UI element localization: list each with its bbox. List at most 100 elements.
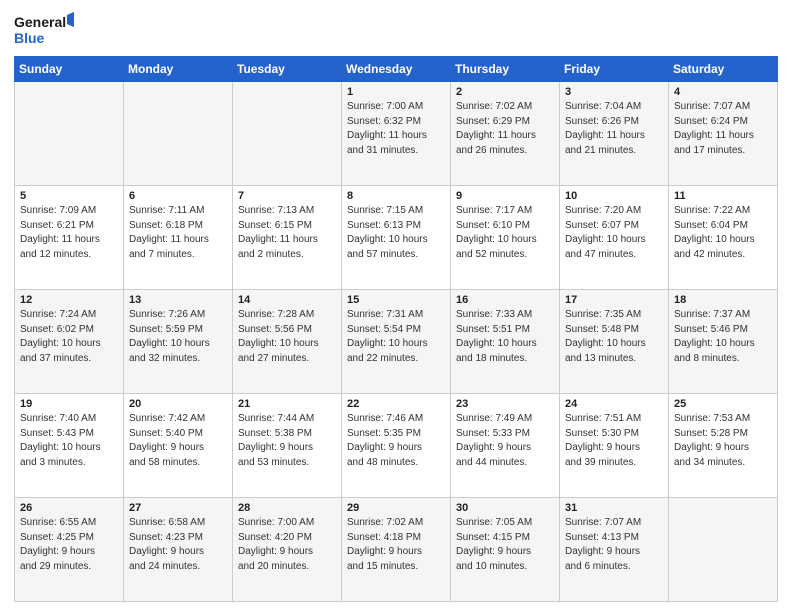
- day-info-4: Sunrise: 7:07 AM Sunset: 6:24 PM Dayligh…: [674, 100, 772, 158]
- day-cell-19: 19 Sunrise: 7:40 AM Sunset: 5:43 PM Dayli…: [15, 394, 124, 498]
- day-info-21: Sunrise: 7:44 AM Sunset: 5:38 PM Dayligh…: [238, 412, 336, 470]
- day-info-9: Sunrise: 7:17 AM Sunset: 6:10 PM Dayligh…: [456, 204, 554, 262]
- day-number-17: 17: [565, 294, 663, 306]
- empty-cell: [15, 82, 124, 186]
- day-cell-26: 26Sunrise: 6:55 AM Sunset: 4:25 PM Dayli…: [15, 498, 124, 602]
- day-number-16: 16: [456, 294, 554, 306]
- day-number-2: 2: [456, 86, 554, 98]
- weekday-header-saturday: Saturday: [669, 57, 778, 82]
- day-cell-31: 31 Sunrise: 7:07 AM Sunset: 4:13 PM Dayli…: [560, 498, 669, 602]
- day-cell-12: 12 Sunrise: 7:24 AM Sunset: 6:02 PM Dayli…: [15, 290, 124, 394]
- svg-text:Blue: Blue: [14, 30, 45, 46]
- day-info-8: Sunrise: 7:15 AM Sunset: 6:13 PM Dayligh…: [347, 204, 445, 262]
- day-info-3: Sunrise: 7:04 AM Sunset: 6:26 PM Dayligh…: [565, 100, 663, 158]
- day-info-20: Sunrise: 7:42 AM Sunset: 5:40 PM Dayligh…: [129, 412, 227, 470]
- week-row-5: 26Sunrise: 6:55 AM Sunset: 4:25 PM Dayli…: [15, 498, 778, 602]
- header: General Blue: [14, 10, 778, 50]
- day-cell-27: 27 Sunrise: 6:58 AM Sunset: 4:23 PM Dayli…: [124, 498, 233, 602]
- day-number-6: 6: [129, 190, 227, 202]
- day-info-19: Sunrise: 7:40 AM Sunset: 5:43 PM Dayligh…: [20, 412, 118, 470]
- day-info-31: Sunrise: 7:07 AM Sunset: 4:13 PM Dayligh…: [565, 516, 663, 574]
- day-number-11: 11: [674, 190, 772, 202]
- day-cell-7: 7Sunrise: 7:13 AM Sunset: 6:15 PM Daylig…: [233, 186, 342, 290]
- day-number-15: 15: [347, 294, 445, 306]
- day-info-18: Sunrise: 7:37 AM Sunset: 5:46 PM Dayligh…: [674, 308, 772, 366]
- weekday-row: SundayMondayTuesdayWednesdayThursdayFrid…: [15, 57, 778, 82]
- day-number-5: 5: [20, 190, 118, 202]
- day-info-13: Sunrise: 7:26 AM Sunset: 5:59 PM Dayligh…: [129, 308, 227, 366]
- day-cell-18: 18Sunrise: 7:37 AM Sunset: 5:46 PM Dayli…: [669, 290, 778, 394]
- day-cell-2: 2Sunrise: 7:02 AM Sunset: 6:29 PM Daylig…: [451, 82, 560, 186]
- day-number-21: 21: [238, 398, 336, 410]
- day-number-19: 19: [20, 398, 118, 410]
- day-number-27: 27: [129, 502, 227, 514]
- week-row-4: 19 Sunrise: 7:40 AM Sunset: 5:43 PM Dayli…: [15, 394, 778, 498]
- day-number-20: 20: [129, 398, 227, 410]
- day-cell-21: 21 Sunrise: 7:44 AM Sunset: 5:38 PM Dayli…: [233, 394, 342, 498]
- day-info-14: Sunrise: 7:28 AM Sunset: 5:56 PM Dayligh…: [238, 308, 336, 366]
- calendar-header: SundayMondayTuesdayWednesdayThursdayFrid…: [15, 57, 778, 82]
- day-info-16: Sunrise: 7:33 AM Sunset: 5:51 PM Dayligh…: [456, 308, 554, 366]
- day-info-26: Sunrise: 6:55 AM Sunset: 4:25 PM Dayligh…: [20, 516, 118, 574]
- day-info-29: Sunrise: 7:02 AM Sunset: 4:18 PM Dayligh…: [347, 516, 445, 574]
- weekday-header-wednesday: Wednesday: [342, 57, 451, 82]
- day-number-12: 12: [20, 294, 118, 306]
- weekday-header-friday: Friday: [560, 57, 669, 82]
- day-cell-20: 20 Sunrise: 7:42 AM Sunset: 5:40 PM Dayli…: [124, 394, 233, 498]
- day-info-1: Sunrise: 7:00 AM Sunset: 6:32 PM Dayligh…: [347, 100, 445, 158]
- day-number-8: 8: [347, 190, 445, 202]
- weekday-header-thursday: Thursday: [451, 57, 560, 82]
- day-info-25: Sunrise: 7:53 AM Sunset: 5:28 PM Dayligh…: [674, 412, 772, 470]
- day-cell-10: 10 Sunrise: 7:20 AM Sunset: 6:07 PM Dayli…: [560, 186, 669, 290]
- weekday-header-monday: Monday: [124, 57, 233, 82]
- day-info-15: Sunrise: 7:31 AM Sunset: 5:54 PM Dayligh…: [347, 308, 445, 366]
- day-info-23: Sunrise: 7:49 AM Sunset: 5:33 PM Dayligh…: [456, 412, 554, 470]
- week-row-3: 12 Sunrise: 7:24 AM Sunset: 6:02 PM Dayli…: [15, 290, 778, 394]
- day-info-17: Sunrise: 7:35 AM Sunset: 5:48 PM Dayligh…: [565, 308, 663, 366]
- day-cell-28: 28 Sunrise: 7:00 AM Sunset: 4:20 PM Dayli…: [233, 498, 342, 602]
- day-info-5: Sunrise: 7:09 AM Sunset: 6:21 PM Dayligh…: [20, 204, 118, 262]
- day-number-1: 1: [347, 86, 445, 98]
- logo-svg: General Blue: [14, 10, 74, 50]
- day-number-23: 23: [456, 398, 554, 410]
- day-info-12: Sunrise: 7:24 AM Sunset: 6:02 PM Dayligh…: [20, 308, 118, 366]
- day-cell-13: 13Sunrise: 7:26 AM Sunset: 5:59 PM Dayli…: [124, 290, 233, 394]
- weekday-header-sunday: Sunday: [15, 57, 124, 82]
- weekday-header-tuesday: Tuesday: [233, 57, 342, 82]
- day-number-4: 4: [674, 86, 772, 98]
- day-cell-25: 25 Sunrise: 7:53 AM Sunset: 5:28 PM Dayli…: [669, 394, 778, 498]
- day-number-14: 14: [238, 294, 336, 306]
- day-number-24: 24: [565, 398, 663, 410]
- day-cell-30: 30 Sunrise: 7:05 AM Sunset: 4:15 PM Dayli…: [451, 498, 560, 602]
- day-cell-15: 15 Sunrise: 7:31 AM Sunset: 5:54 PM Dayli…: [342, 290, 451, 394]
- day-number-3: 3: [565, 86, 663, 98]
- day-number-31: 31: [565, 502, 663, 514]
- day-cell-17: 17 Sunrise: 7:35 AM Sunset: 5:48 PM Dayli…: [560, 290, 669, 394]
- day-info-10: Sunrise: 7:20 AM Sunset: 6:07 PM Dayligh…: [565, 204, 663, 262]
- day-cell-5: 5 Sunrise: 7:09 AM Sunset: 6:21 PM Daylig…: [15, 186, 124, 290]
- day-number-30: 30: [456, 502, 554, 514]
- empty-cell: [233, 82, 342, 186]
- day-number-28: 28: [238, 502, 336, 514]
- calendar-table: SundayMondayTuesdayWednesdayThursdayFrid…: [14, 56, 778, 602]
- day-number-10: 10: [565, 190, 663, 202]
- day-cell-24: 24 Sunrise: 7:51 AM Sunset: 5:30 PM Dayli…: [560, 394, 669, 498]
- day-info-24: Sunrise: 7:51 AM Sunset: 5:30 PM Dayligh…: [565, 412, 663, 470]
- day-number-25: 25: [674, 398, 772, 410]
- day-cell-22: 22 Sunrise: 7:46 AM Sunset: 5:35 PM Dayli…: [342, 394, 451, 498]
- week-row-1: 1 Sunrise: 7:00 AM Sunset: 6:32 PM Daylig…: [15, 82, 778, 186]
- day-info-22: Sunrise: 7:46 AM Sunset: 5:35 PM Dayligh…: [347, 412, 445, 470]
- day-cell-4: 4 Sunrise: 7:07 AM Sunset: 6:24 PM Daylig…: [669, 82, 778, 186]
- day-info-30: Sunrise: 7:05 AM Sunset: 4:15 PM Dayligh…: [456, 516, 554, 574]
- day-number-9: 9: [456, 190, 554, 202]
- day-info-27: Sunrise: 6:58 AM Sunset: 4:23 PM Dayligh…: [129, 516, 227, 574]
- svg-text:General: General: [14, 14, 66, 30]
- day-cell-1: 1 Sunrise: 7:00 AM Sunset: 6:32 PM Daylig…: [342, 82, 451, 186]
- day-number-7: 7: [238, 190, 336, 202]
- day-cell-6: 6Sunrise: 7:11 AM Sunset: 6:18 PM Daylig…: [124, 186, 233, 290]
- day-number-22: 22: [347, 398, 445, 410]
- calendar-body: 1 Sunrise: 7:00 AM Sunset: 6:32 PM Daylig…: [15, 82, 778, 602]
- day-cell-14: 14 Sunrise: 7:28 AM Sunset: 5:56 PM Dayli…: [233, 290, 342, 394]
- day-info-28: Sunrise: 7:00 AM Sunset: 4:20 PM Dayligh…: [238, 516, 336, 574]
- day-cell-29: 29Sunrise: 7:02 AM Sunset: 4:18 PM Dayli…: [342, 498, 451, 602]
